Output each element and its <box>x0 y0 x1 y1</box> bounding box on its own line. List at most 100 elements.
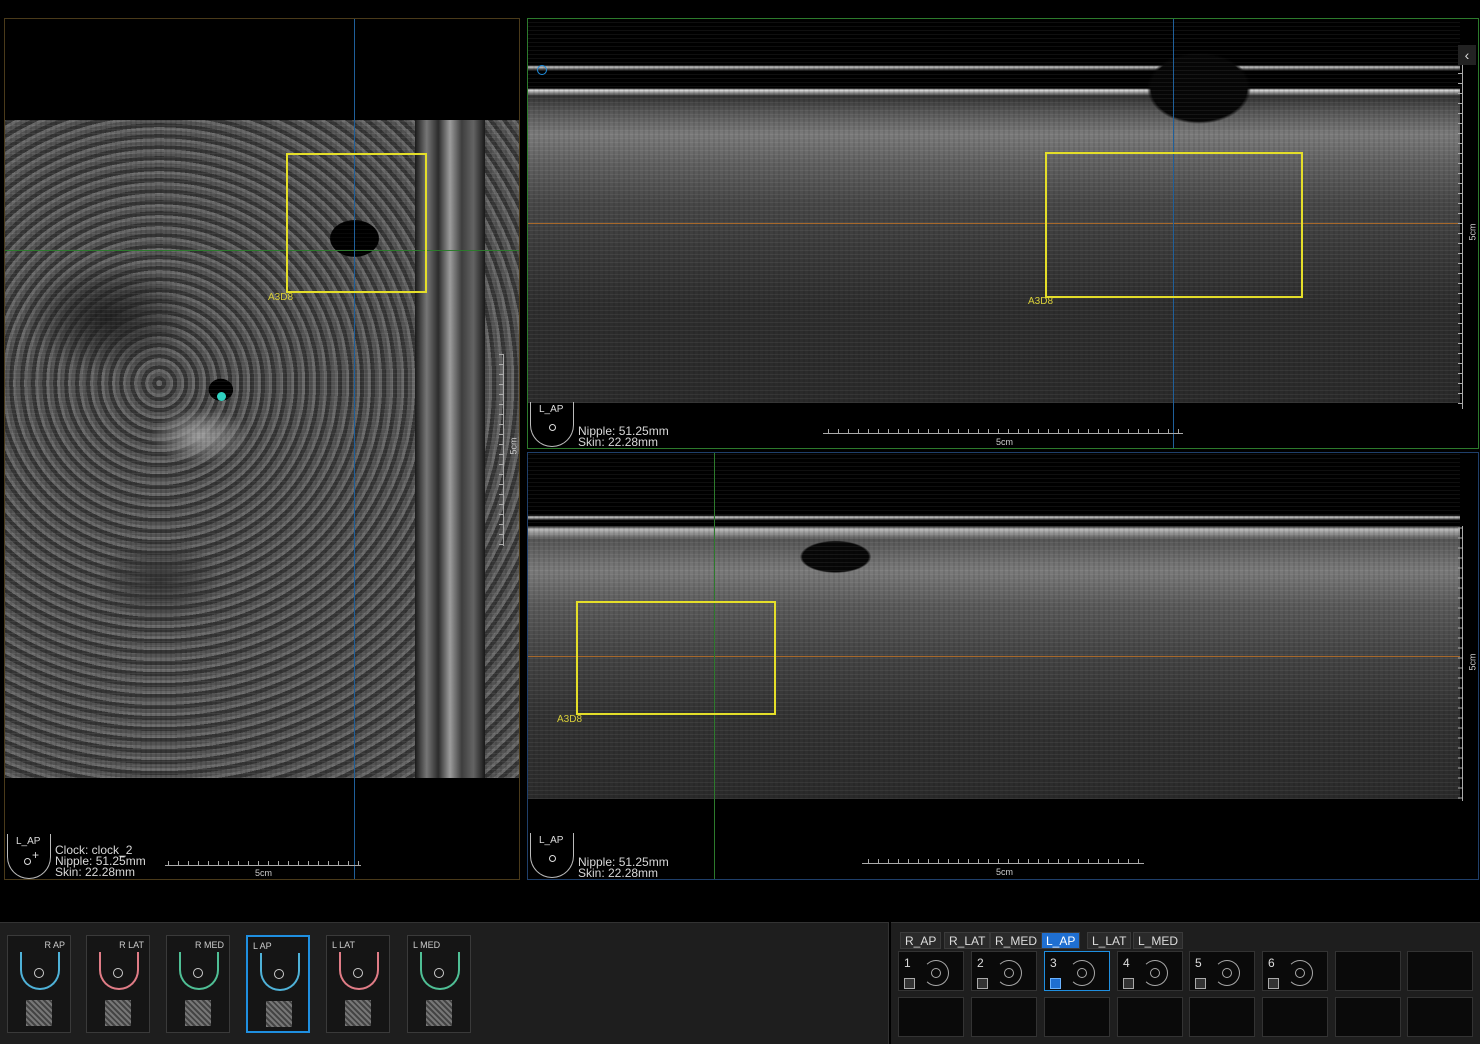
scan-slot-4[interactable]: 4 <box>1117 951 1183 991</box>
roi-label: A3D8 <box>268 292 294 303</box>
nipple-dot-icon <box>274 969 284 979</box>
crosshair-plus-icon: + <box>32 848 40 862</box>
bodymark-label: L_AP <box>16 836 41 847</box>
tab-r-med[interactable]: R_MED <box>990 932 1043 949</box>
thumb-l-ap[interactable]: L AP <box>246 935 310 1033</box>
bodymark-icon[interactable]: L_AP <box>530 833 574 878</box>
nipple-dot-icon <box>549 424 556 431</box>
scan-preview <box>266 1001 292 1027</box>
empty-slot[interactable] <box>1407 997 1473 1037</box>
roi-box[interactable] <box>1045 152 1303 298</box>
nipple-dot-icon <box>193 968 203 978</box>
transverse-view-panel[interactable]: A3D8 5cm ‹ L_AP Nipple: 51.25mm Skin: 22… <box>527 18 1479 449</box>
scan-slot-3[interactable]: 3 <box>1044 951 1110 991</box>
skin-distance: Skin: 22.28mm <box>578 435 659 449</box>
empty-slot[interactable] <box>1407 951 1473 991</box>
sagittal-info: Nipple: 51.25mm Skin: 22.28mm <box>578 856 669 880</box>
scan-position-icon <box>923 960 949 986</box>
scan-slot-2[interactable]: 2 <box>971 951 1037 991</box>
roi-box[interactable] <box>576 601 776 715</box>
scan-slot-1[interactable]: 1 <box>898 951 964 991</box>
sagittal-view-panel[interactable]: A3D8 5cm L_AP Nipple: 51.25mm Skin: 22.2… <box>527 452 1479 880</box>
empty-slot[interactable] <box>1189 997 1255 1037</box>
slot-checkbox[interactable] <box>1123 978 1134 989</box>
scan-position-icon <box>1287 960 1313 986</box>
empty-slot[interactable] <box>1117 997 1183 1037</box>
vertical-scale-label: 5cm <box>1467 653 1478 671</box>
empty-slot[interactable] <box>1335 951 1401 991</box>
roi-label: A3D8 <box>557 714 583 725</box>
thumb-r-med[interactable]: R MED <box>166 935 230 1033</box>
bodymark-icon[interactable]: L_AP <box>530 402 574 447</box>
scan-preview <box>26 1000 52 1026</box>
slot-number: 5 <box>1195 956 1202 970</box>
nipple-dot-icon <box>24 858 31 865</box>
scan-slot-5[interactable]: 5 <box>1189 951 1255 991</box>
thumb-label: L LAT <box>332 940 356 950</box>
slot-checkbox[interactable] <box>977 978 988 989</box>
thumb-label: R LAT <box>119 940 144 950</box>
crosshair-horizontal <box>5 250 519 251</box>
coronal-view-panel[interactable]: A3D8 5cm L_AP + Clock: clock_2 Nipple: 5… <box>4 18 520 880</box>
nipple-dot-icon <box>434 968 444 978</box>
nipple-dot-icon <box>353 968 363 978</box>
view-selector: R_AP R_LAT R_MED L_AP L_LAT L_MED 1 2 3 … <box>891 922 1480 1044</box>
vertical-scale <box>1456 526 1463 801</box>
scan-position-icon <box>996 960 1022 986</box>
skin-distance: Skin: 22.28mm <box>578 866 659 880</box>
scan-position-icon <box>1142 960 1168 986</box>
roi-box[interactable] <box>286 153 427 293</box>
horizontal-scale <box>823 425 1183 434</box>
skin-distance: Skin: 22.28mm <box>55 865 136 879</box>
slot-number: 1 <box>904 956 911 970</box>
nipple-marker[interactable] <box>217 392 226 401</box>
thumb-l-med[interactable]: L MED <box>407 935 471 1033</box>
slot-number: 3 <box>1050 956 1057 970</box>
empty-slot[interactable] <box>1262 997 1328 1037</box>
empty-slot[interactable] <box>898 997 964 1037</box>
tab-l-ap[interactable]: L_AP <box>1041 932 1081 949</box>
empty-slot[interactable] <box>1044 997 1110 1037</box>
bodymark-label: L_AP <box>539 835 564 846</box>
thumb-label: R MED <box>195 940 224 950</box>
coronal-ultrasound-image[interactable] <box>5 120 519 778</box>
bodymark-label: L_AP <box>539 404 564 415</box>
thumb-label: L AP <box>253 941 272 951</box>
probe-marker-icon <box>537 65 547 75</box>
vertical-scale-label: 5cm <box>1467 223 1478 241</box>
coronal-info: Clock: clock_2 Nipple: 51.25mm Skin: 22.… <box>55 844 146 879</box>
thumb-label: L MED <box>413 940 441 950</box>
slot-number: 6 <box>1268 956 1275 970</box>
slot-checkbox[interactable] <box>1195 978 1206 989</box>
horizontal-scale-label: 5cm <box>996 437 1014 447</box>
scan-position-icon <box>1069 960 1095 986</box>
tab-r-lat[interactable]: R_LAT <box>944 932 991 949</box>
scan-position-icon <box>1214 960 1240 986</box>
horizontal-scale-label: 5cm <box>996 867 1014 877</box>
tab-l-med[interactable]: L_MED <box>1133 932 1184 949</box>
empty-slot[interactable] <box>1335 997 1401 1037</box>
nipple-dot-icon <box>549 855 556 862</box>
thumb-r-ap[interactable]: R AP <box>7 935 71 1033</box>
transverse-ultrasound-image[interactable] <box>528 19 1460 403</box>
slot-checkbox[interactable] <box>904 978 915 989</box>
scan-slot-6[interactable]: 6 <box>1262 951 1328 991</box>
empty-slot[interactable] <box>971 997 1037 1037</box>
slot-checkbox[interactable] <box>1050 978 1061 989</box>
transverse-info: Nipple: 51.25mm Skin: 22.28mm <box>578 425 669 449</box>
chevron-left-icon: ‹ <box>1464 47 1470 63</box>
thumb-l-lat[interactable]: L LAT <box>326 935 390 1033</box>
horizontal-scale-label: 5cm <box>255 868 273 878</box>
horizontal-scale <box>165 857 361 866</box>
tab-r-ap[interactable]: R_AP <box>900 932 942 949</box>
crosshair-horizontal <box>528 223 1460 224</box>
slot-number: 4 <box>1123 956 1130 970</box>
thumb-r-lat[interactable]: R LAT <box>86 935 150 1033</box>
scan-thumbnail-strip: R AP R LAT R MED L AP L LAT L MED <box>0 922 889 1044</box>
vertical-scale <box>1456 49 1463 409</box>
tab-l-lat[interactable]: L_LAT <box>1087 932 1132 949</box>
slot-checkbox[interactable] <box>1268 978 1279 989</box>
horizontal-scale <box>862 855 1144 864</box>
collapse-panel-button[interactable]: ‹ <box>1458 45 1476 65</box>
bodymark-icon[interactable]: L_AP + <box>7 834 51 879</box>
